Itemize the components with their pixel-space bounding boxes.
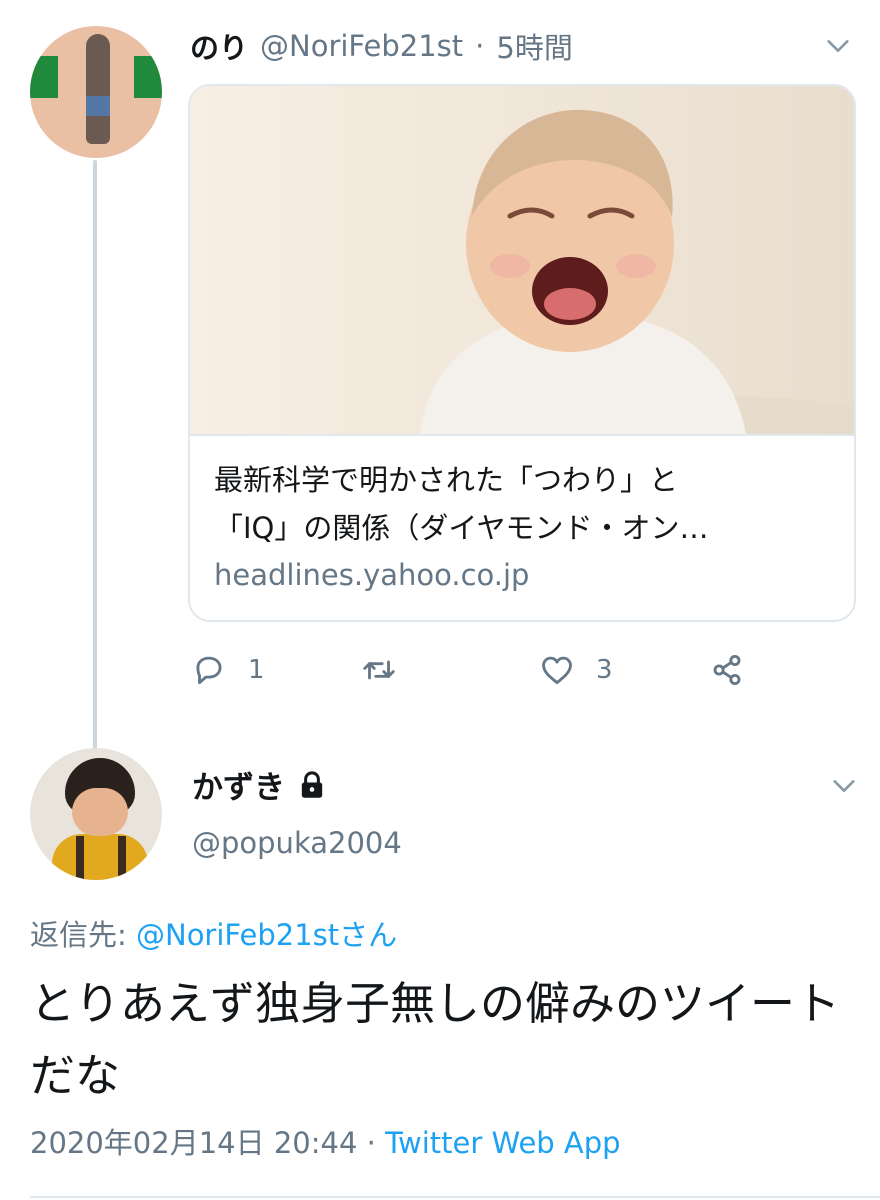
tweet-time[interactable]: 5時間 <box>496 25 572 67</box>
card-title-line-2: 「IQ」の関係（ダイヤモンド・オン… <box>214 511 709 545</box>
tweet-source[interactable]: Twitter Web App <box>385 1126 621 1160</box>
link-card[interactable]: 最新科学で明かされた「つわり」と 「IQ」の関係（ダイヤモンド・オン… head… <box>188 84 856 622</box>
tweet-actions: 1 3 <box>190 648 790 692</box>
tweet-meta: 2020年02月14日 20:44 · Twitter Web App <box>30 1120 621 1162</box>
like-icon <box>542 656 572 685</box>
lock-icon <box>301 770 323 798</box>
separator-dot: · <box>475 29 485 63</box>
tweet-header: のり @NoriFeb21st · 5時間 <box>190 22 573 70</box>
avatar[interactable] <box>30 748 162 880</box>
thread-connector-line <box>93 160 97 750</box>
share-icon <box>713 654 741 686</box>
reply-icon <box>196 656 222 685</box>
like-count: 3 <box>596 655 613 685</box>
tweet-timestamp[interactable]: 2020年02月14日 20:44 <box>30 1126 357 1160</box>
tweet-header: かずき <box>192 762 325 807</box>
reply-button[interactable]: 1 <box>190 648 265 692</box>
separator-dot: · <box>366 1126 376 1160</box>
reply-prefix: 返信先: <box>30 918 136 952</box>
chevron-down-icon[interactable] <box>830 772 858 800</box>
retweet-button[interactable] <box>360 648 418 692</box>
retweet-icon <box>363 660 395 680</box>
like-button[interactable]: 3 <box>538 648 613 692</box>
avatar[interactable] <box>30 26 162 158</box>
display-name[interactable]: のり <box>190 25 248 67</box>
card-title-line-1: 最新科学で明かされた「つわり」と <box>214 463 679 497</box>
reply-context: 返信先: @NoriFeb21stさん <box>30 912 397 954</box>
card-domain: headlines.yahoo.co.jp <box>214 558 530 592</box>
user-handle[interactable]: @NoriFeb21st <box>260 29 463 63</box>
user-handle[interactable]: @popuka2004 <box>192 826 402 860</box>
reply-count: 1 <box>248 655 265 685</box>
reply-to-link[interactable]: @NoriFeb21stさん <box>136 918 397 952</box>
divider <box>30 1196 880 1198</box>
laughing-baby-image <box>420 109 854 476</box>
share-button[interactable] <box>708 648 746 692</box>
display-name[interactable]: かずき <box>192 762 285 807</box>
tweet-text: とりあえず独身子無しの僻みのツイートだな <box>30 977 841 1102</box>
chevron-down-icon[interactable] <box>824 32 852 60</box>
card-image[interactable] <box>190 86 854 476</box>
card-title[interactable]: 最新科学で明かされた「つわり」と 「IQ」の関係（ダイヤモンド・オン… <box>214 456 834 552</box>
